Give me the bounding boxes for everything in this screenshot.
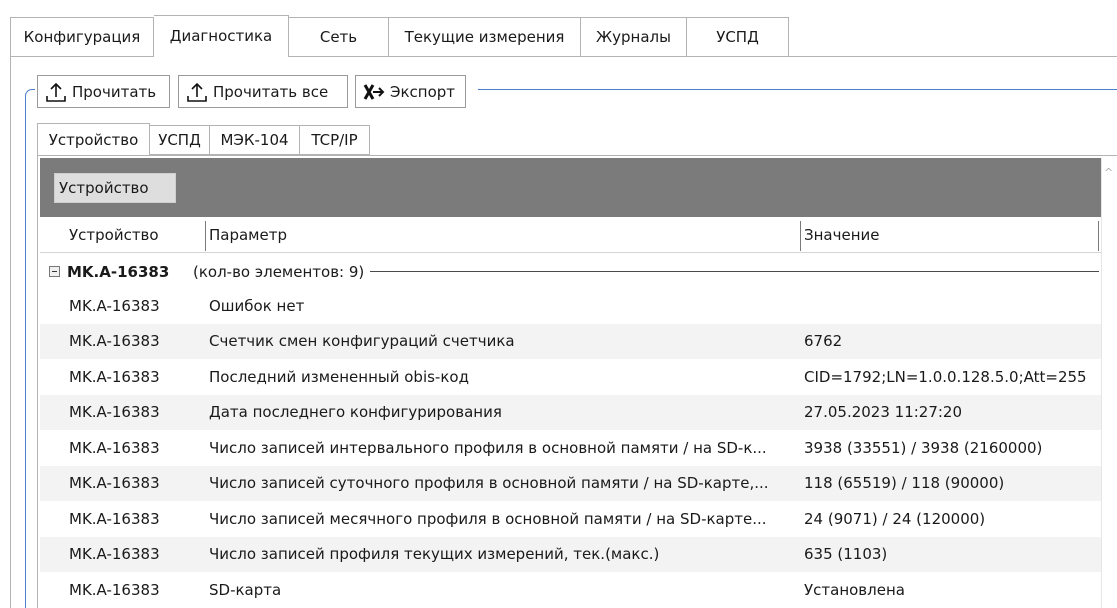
table-row[interactable]: MK.A-16383 Число записей суточного профи… — [40, 465, 1101, 501]
column-separator[interactable] — [800, 221, 801, 251]
cell-value: 635 (1103) — [804, 545, 888, 564]
diagnostics-subtab-strip: Устройство УСПД МЭК-104 TCP/IP — [37, 123, 370, 155]
cell-device: MK.A-16383 — [69, 403, 160, 422]
upload-arrow-icon — [42, 78, 69, 105]
cell-device: MK.A-16383 — [69, 438, 160, 457]
group-count: (кол-во элементов: 9) — [193, 263, 365, 281]
cell-device: MK.A-16383 — [69, 509, 160, 528]
tab-configuration[interactable]: Конфигурация — [10, 17, 154, 57]
cell-device: MK.A-16383 — [69, 545, 160, 564]
export-button[interactable]: Экспорт — [355, 75, 466, 108]
tab-uspd-sub[interactable]: УСПД — [150, 125, 210, 155]
cell-value: 24 (9071) / 24 (120000) — [804, 509, 986, 528]
group-title: MK.A-16383 — [67, 263, 170, 281]
cell-value: Установлена — [804, 580, 905, 599]
grid-rows: MK.A-16383 Ошибок нет MK.A-16383 Счетчик… — [40, 288, 1101, 608]
main-tab-strip: Конфигурация Диагностика Сеть Текущие из… — [10, 15, 789, 57]
table-row[interactable]: MK.A-16383 Число записей профиля текущих… — [40, 536, 1101, 572]
cell-device: MK.A-16383 — [69, 367, 160, 386]
read-all-button[interactable]: Прочитать все — [178, 75, 348, 108]
table-row[interactable]: MK.A-16383 Число записей месячного профи… — [40, 501, 1101, 537]
cell-device: MK.A-16383 — [69, 332, 160, 351]
cell-parameter: Счетчик смен конфигураций счетчика — [209, 332, 515, 351]
tab-journals[interactable]: Журналы — [581, 17, 687, 57]
subtab-divider — [37, 155, 1117, 156]
cell-value: 6762 — [804, 332, 843, 351]
table-row[interactable]: MK.A-16383 Ошибок нет — [40, 288, 1101, 324]
content-frame-border — [10, 56, 11, 608]
cell-device: MK.A-16383 — [69, 296, 160, 315]
collapse-icon[interactable] — [49, 266, 60, 277]
subtab-frame-border — [37, 155, 38, 608]
cell-parameter: SD-карта — [209, 580, 282, 599]
tab-uspd[interactable]: УСПД — [687, 17, 789, 57]
tab-diagnostics[interactable]: Диагностика — [154, 15, 289, 57]
cell-parameter: Дата последнего конфигурирования — [209, 403, 502, 422]
cell-parameter: Число записей интервального профиля в ос… — [209, 438, 767, 457]
table-row[interactable]: MK.A-16383 Число записей интервального п… — [40, 430, 1101, 466]
export-icon — [360, 78, 387, 105]
upload-arrow-icon — [183, 78, 210, 105]
tab-current-measurements[interactable]: Текущие измерения — [389, 17, 581, 57]
cell-parameter: Ошибок нет — [209, 296, 305, 315]
tab-iec104[interactable]: МЭК-104 — [210, 125, 300, 155]
table-row[interactable]: MK.A-16383 Последний измененный obis-код… — [40, 359, 1101, 395]
export-button-label: Экспорт — [390, 82, 456, 101]
cell-value: 3938 (33551) / 3938 (2160000) — [804, 438, 1043, 457]
cell-value: CID=1792;LN=1.0.0.128.5.0;Att=255 — [804, 367, 1087, 386]
cell-device: MK.A-16383 — [69, 474, 160, 493]
read-button[interactable]: Прочитать — [37, 75, 170, 108]
cell-parameter: Число записей профиля текущих измерений,… — [209, 545, 660, 564]
column-header-value[interactable]: Значение — [804, 217, 880, 253]
column-separator[interactable] — [205, 221, 206, 251]
cell-parameter: Число записей суточного профиля в основн… — [209, 474, 769, 493]
column-header-device[interactable]: Устройство — [69, 217, 159, 253]
table-row[interactable]: MK.A-16383 Счетчик смен конфигураций сче… — [40, 323, 1101, 359]
read-button-label: Прочитать — [72, 82, 157, 101]
tab-tcpip[interactable]: TCP/IP — [300, 125, 370, 155]
group-box-border — [25, 97, 26, 608]
group-row[interactable]: MK.A-16383 (кол-во элементов: 9) — [40, 257, 1101, 287]
cell-parameter: Число записей месячного профиля в основн… — [209, 509, 767, 528]
group-box-corner — [25, 89, 35, 99]
group-row-line — [370, 271, 1099, 272]
group-box-top-line — [478, 89, 1117, 90]
vertical-scrollbar[interactable] — [1101, 158, 1117, 608]
cell-value: 27.05.2023 11:27:20 — [804, 403, 963, 422]
grid-column-header: Устройство Параметр Значение — [40, 217, 1101, 253]
cell-value: 118 (65519) / 118 (90000) — [804, 474, 1005, 493]
tab-network[interactable]: Сеть — [289, 17, 389, 57]
group-by-panel — [40, 158, 1101, 217]
read-all-button-label: Прочитать все — [213, 82, 329, 101]
cell-parameter: Последний измененный obis-код — [209, 367, 469, 386]
table-row[interactable]: MK.A-16383 SD-карта Установлена — [40, 572, 1101, 608]
table-row[interactable]: MK.A-16383 Дата последнего конфигурирова… — [40, 394, 1101, 430]
column-header-parameter[interactable]: Параметр — [209, 217, 287, 253]
column-separator[interactable] — [1098, 221, 1099, 251]
group-by-chip[interactable]: Устройство — [54, 173, 176, 203]
diagnostics-window: Конфигурация Диагностика Сеть Текущие из… — [0, 0, 1117, 608]
cell-device: MK.A-16383 — [69, 580, 160, 599]
tab-device[interactable]: Устройство — [37, 123, 150, 155]
scroll-up-icon[interactable]: ^ — [1104, 166, 1113, 179]
